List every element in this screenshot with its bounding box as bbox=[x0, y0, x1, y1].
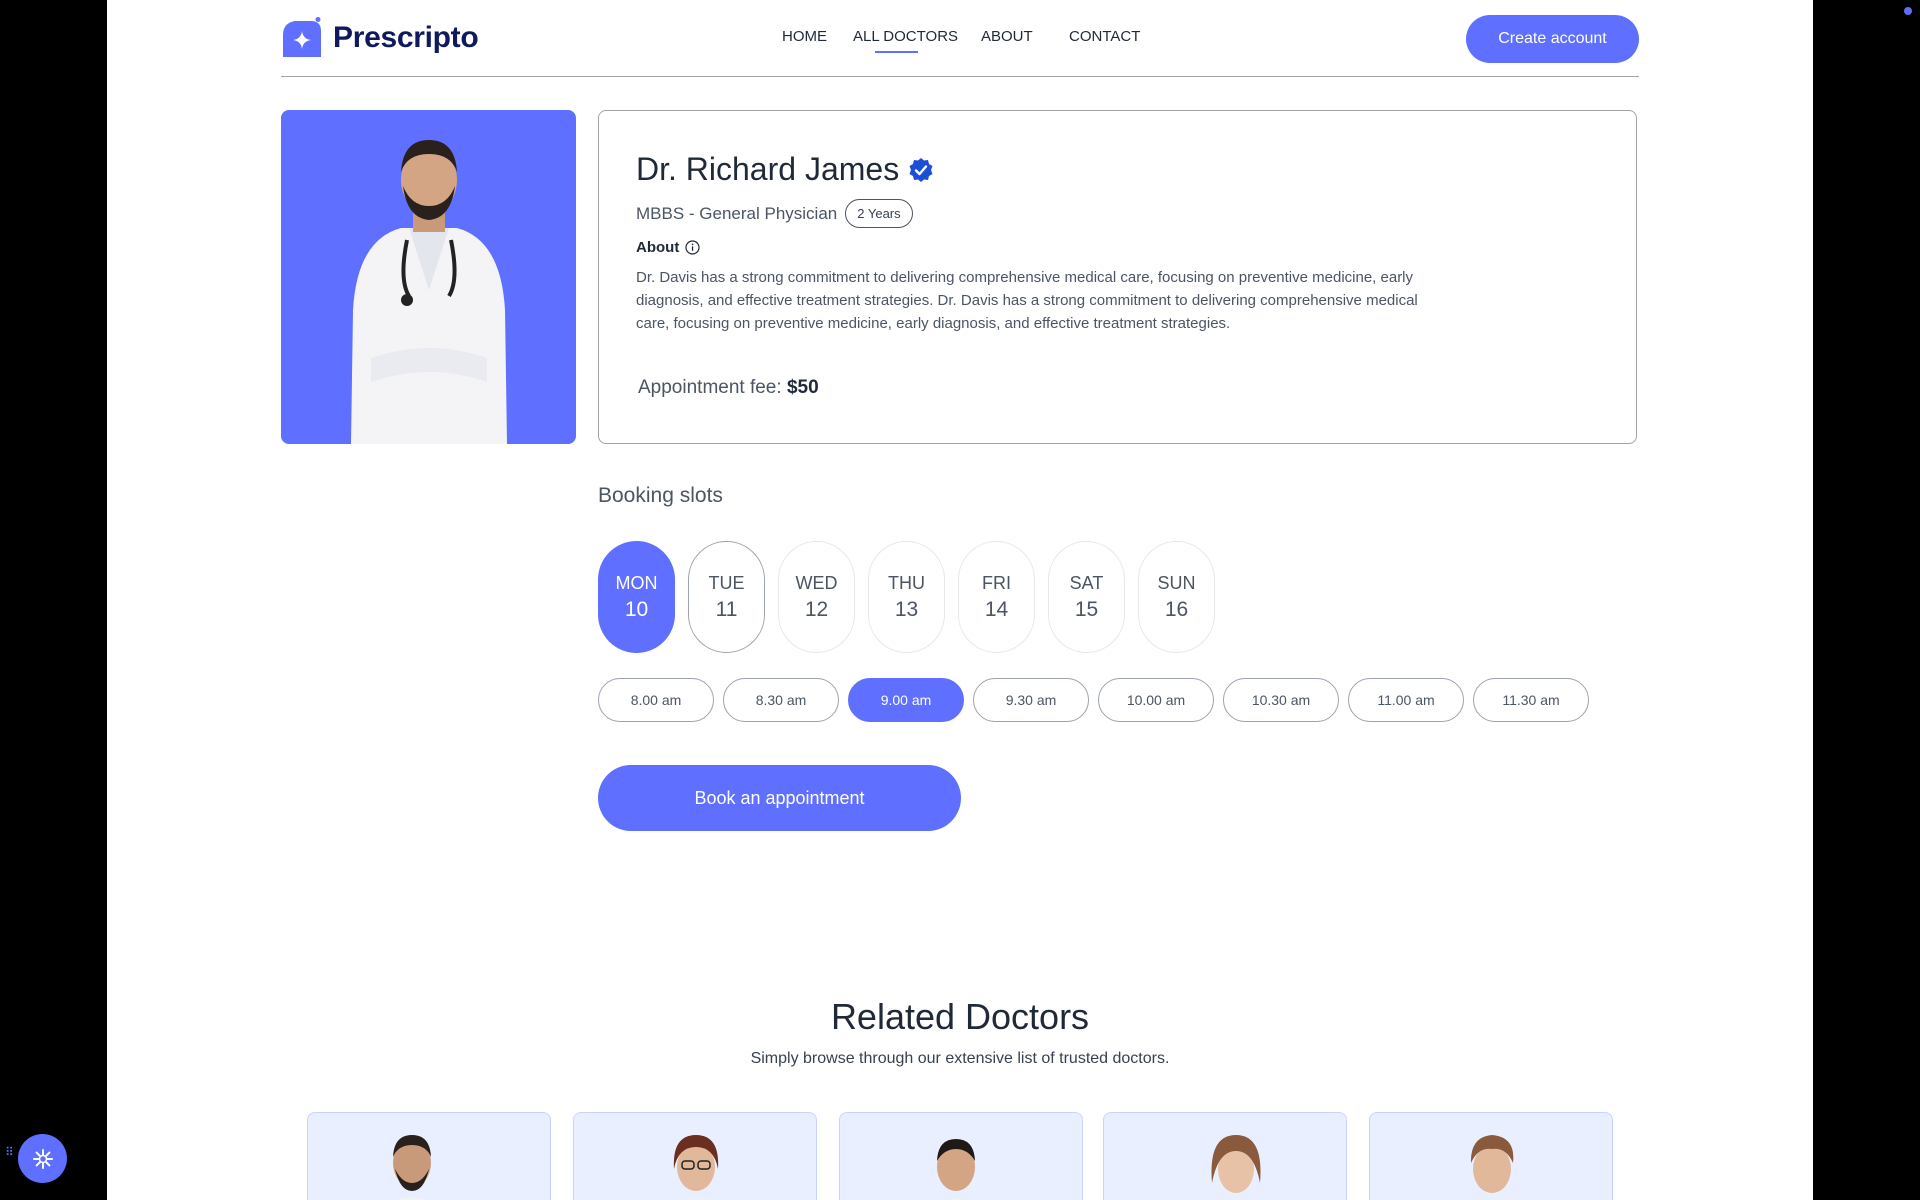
day-name: FRI bbox=[982, 572, 1011, 593]
doctor-speciality: MBBS - General Physician 2 Years bbox=[636, 199, 913, 228]
doctor-portrait-image bbox=[351, 140, 507, 444]
time-slot[interactable]: 11.30 am bbox=[1473, 678, 1589, 722]
day-date: 10 bbox=[624, 597, 649, 621]
related-doctors-subtitle: Simply browse through our extensive list… bbox=[750, 1050, 1170, 1067]
create-account-button[interactable]: Create account bbox=[1466, 15, 1639, 63]
related-doctor-card[interactable] bbox=[1103, 1112, 1347, 1200]
degree-speciality: MBBS - General Physician bbox=[636, 203, 838, 223]
book-appointment-button[interactable]: Book an appointment bbox=[598, 765, 961, 831]
doctor-thumbnail bbox=[393, 1135, 431, 1200]
fee-value: $50 bbox=[786, 377, 819, 398]
status-dot bbox=[1904, 7, 1912, 15]
day-date: 14 bbox=[984, 597, 1009, 621]
info-icon bbox=[685, 240, 700, 255]
booking-title: Booking slots bbox=[598, 484, 723, 507]
doctor-name: Dr. Richard James bbox=[636, 151, 934, 188]
time-slot[interactable]: 8.30 am bbox=[723, 678, 839, 722]
related-doctors-title: Related Doctors bbox=[830, 996, 1090, 1037]
day-name: SAT bbox=[1069, 572, 1104, 593]
verified-icon bbox=[909, 157, 933, 182]
day-slot-wed[interactable]: WED 12 bbox=[778, 541, 855, 653]
time-slot-selected[interactable]: 9.00 am bbox=[848, 678, 964, 722]
booking-section: Booking slots MON 10 TUE 11 WED 12 THU 13 FR… bbox=[598, 484, 1589, 831]
day-name: MON bbox=[615, 572, 658, 593]
time-slot[interactable]: 8.00 am bbox=[598, 678, 714, 722]
doctor-name-text: Dr. Richard James bbox=[636, 151, 900, 187]
doctor-thumbnail bbox=[1470, 1135, 1514, 1193]
drag-handle-icon[interactable]: ⠿ bbox=[5, 1146, 14, 1158]
nav-about[interactable]: ABOUT bbox=[981, 28, 1069, 45]
day-slot-thu[interactable]: THU 13 bbox=[868, 541, 945, 653]
related-doctor-card[interactable] bbox=[307, 1112, 551, 1200]
doctor-thumbnail bbox=[1211, 1135, 1261, 1193]
day-name: THU bbox=[888, 572, 925, 593]
day-selector: MON 10 TUE 11 WED 12 THU 13 FRI 14 SAT 15 SUN 1… bbox=[598, 541, 1215, 653]
doctor-thumbnail bbox=[937, 1139, 975, 1200]
time-slot[interactable]: 10.00 am bbox=[1098, 678, 1214, 722]
main-nav: HOME ALL DOCTORS ABOUT CONTACT bbox=[782, 28, 1169, 53]
time-slot[interactable]: 10.30 am bbox=[1223, 678, 1339, 722]
time-slot[interactable]: 11.00 am bbox=[1348, 678, 1464, 722]
fee-label: Appointment fee: bbox=[638, 377, 782, 398]
doctor-profile-page: Prescripto HOME ALL DOCTORS ABOUT CONTAC… bbox=[107, 0, 1813, 1200]
time-selector: 8.00 am 8.30 am 9.00 am 9.30 am 10.00 am… bbox=[598, 678, 1589, 722]
doctor-thumbnail bbox=[673, 1135, 719, 1200]
day-date: 13 bbox=[894, 597, 919, 621]
day-date: 11 bbox=[715, 597, 738, 621]
day-slot-sat[interactable]: SAT 15 bbox=[1048, 541, 1125, 653]
related-doctor-card[interactable] bbox=[1369, 1112, 1613, 1200]
nav-contact[interactable]: CONTACT bbox=[1069, 28, 1169, 45]
appointment-fee: Appointment fee: $50 bbox=[638, 377, 819, 399]
day-name: TUE bbox=[708, 572, 745, 593]
day-slot-mon[interactable]: MON 10 bbox=[598, 541, 675, 653]
related-doctor-card[interactable] bbox=[573, 1112, 817, 1200]
time-slot[interactable]: 9.30 am bbox=[973, 678, 1089, 722]
day-slot-sun[interactable]: SUN 16 bbox=[1138, 541, 1215, 653]
doctor-info-card: Dr. Richard James MBBS - General Physici… bbox=[598, 110, 1637, 444]
brand-logo[interactable]: Prescripto bbox=[281, 17, 479, 59]
logo-icon bbox=[283, 17, 321, 57]
about-text: Dr. Davis has a strong commitment to del… bbox=[636, 269, 1418, 332]
day-slot-tue[interactable]: TUE 11 bbox=[688, 541, 765, 653]
about-heading: About bbox=[636, 239, 700, 256]
day-date: 12 bbox=[804, 597, 829, 621]
doctor-photo bbox=[281, 110, 576, 444]
day-slot-fri[interactable]: FRI 14 bbox=[958, 541, 1035, 653]
day-date: 16 bbox=[1164, 597, 1189, 621]
brand-name: Prescripto bbox=[333, 21, 479, 54]
top-navbar: Prescripto HOME ALL DOCTORS ABOUT CONTAC… bbox=[281, 0, 1639, 77]
day-name: WED bbox=[795, 572, 838, 593]
nav-all-doctors[interactable]: ALL DOCTORS bbox=[853, 28, 981, 53]
related-doctor-card[interactable] bbox=[839, 1112, 1083, 1200]
about-label: About bbox=[636, 239, 680, 256]
experience-badge: 2 Years bbox=[845, 199, 913, 228]
assistant-widget-button[interactable] bbox=[18, 1134, 67, 1183]
sparkle-icon bbox=[32, 1148, 53, 1169]
day-name: SUN bbox=[1157, 572, 1196, 593]
nav-home[interactable]: HOME bbox=[782, 28, 853, 45]
day-date: 15 bbox=[1074, 597, 1099, 621]
